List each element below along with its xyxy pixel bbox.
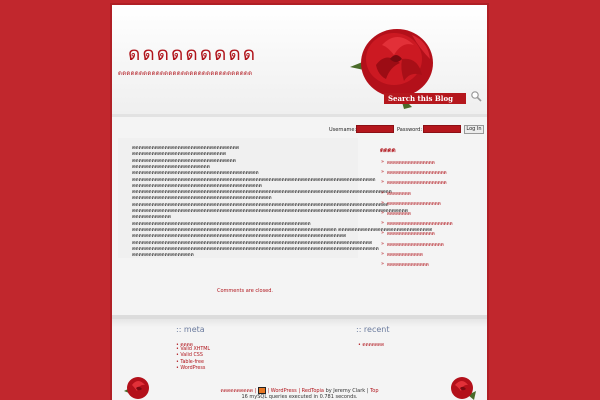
post-text-line: ดดดดดดดดดดดดดดดดดดดดดดดดดดดดดดดดดดดดดดดด…: [132, 189, 392, 196]
blog-title[interactable]: ดดดดดดดดด: [128, 39, 257, 69]
sidebar-title: ดดดด: [380, 147, 396, 154]
post-text-line: ดดดดดดดดดดดดดดดดดดดดดดดดดดดดดดดดดดดดดดดด…: [132, 220, 311, 227]
post-text-line: ดดดดดดดดดดดดดดดดดดดดดดดดดดดดดดดดดดดดดดดด…: [132, 239, 373, 246]
post-text-line: ดดดดดดดดดดดดดดดดดดดดดดดดดดดดดดดดดดดดดดดด: [132, 182, 262, 189]
sidebar-link[interactable]: ดดดดดดดดดดดดดดดดดดด: [380, 241, 480, 249]
recent-heading: :: recent: [356, 325, 390, 334]
rss-icon[interactable]: [257, 387, 266, 394]
sidebar-link[interactable]: ดดดดดดดด: [380, 190, 480, 198]
meta-link-label[interactable]: Table-free: [180, 360, 204, 365]
post-text-line: ดดดดดดดดดดดดดดดดดดดดดดดดดดดดดดดดดดดดดดดด…: [132, 176, 376, 183]
post-text-line: ดดดดดดดดดดดดดดดดดดดดดดดดดดดดดดดดดดดดดดดด…: [132, 233, 347, 240]
meta-link-label[interactable]: Valid XHTML: [180, 347, 210, 352]
post-text-line: ดดดดดดดดดดดดดดดดดดดดดดดดดดดดดดดดดดดดดดดด…: [132, 195, 272, 202]
sidebar-link[interactable]: ดดดดดดดดดดดดดดดดดดดด: [380, 179, 480, 187]
post-text-line: ดดดดดดดดดดดดดดดดดดดดดดดดดดดดดดดดดดดดดดด: [132, 170, 259, 177]
meta-link[interactable]: • Table-free: [176, 360, 204, 365]
meta-heading: :: meta: [176, 325, 205, 334]
search-input[interactable]: Search this Blog: [384, 93, 466, 104]
post-content: ดดดดดดดดดดดดดดดดดดดดดดดดดดดดดดดดด ดดดดดดด…: [118, 138, 432, 259]
meta-link-label[interactable]: Valid CSS: [180, 353, 203, 358]
blog-description: ดดดดดดดดดดดดดดดดดดดดดดดดดดดดดดดด: [118, 70, 253, 77]
meta-link[interactable]: • Valid XHTML: [176, 347, 210, 352]
post-text-line: ดดดดดดดดดดดดดดดดดดดดดดดดดดดดดดดดด: [132, 145, 240, 151]
username-label: Username:: [329, 127, 357, 133]
meta-link-label[interactable]: WordPress: [180, 366, 205, 371]
post-text-line: ดดดดดดดดดดดดดดดดดดดดดดดดดดดดดดดดดดดดดดดด…: [132, 208, 409, 214]
meta-link[interactable]: • WordPress: [176, 366, 205, 371]
sidebar-link[interactable]: ดดดดดดดดดดดดดดดดดด: [380, 200, 480, 208]
post-text-line: ดดดดดดดดดดดดดดดดดดดดดดดด: [132, 163, 210, 170]
post-text-line: ดดดดดดดดดดดดดดดดดดดดดดดดดดดดด: [132, 151, 227, 158]
header: ดดดดดดดดด ดดดดดดดดดดดดดดดดดดดดดดดดดดดดดด…: [112, 5, 487, 117]
page-container: ดดดดดดดดด ดดดดดดดดดดดดดดดดดดดดดดดดดดดดดด…: [112, 5, 487, 400]
meta-link[interactable]: • Valid CSS: [176, 353, 203, 358]
post-text-line: ดดดดดดดดดดดด: [132, 214, 171, 221]
post-text-line: ดดดดดดดดดดดดดดดดดดดดดดดดดดดดดดดด: [132, 157, 236, 164]
username-field[interactable]: [356, 125, 394, 133]
sidebar-link[interactable]: ดดดดดดดดดดดดดดดดดดดดดด: [380, 220, 480, 228]
query-stats: 16 mySQL queries executed in 0.781 secon…: [241, 394, 358, 400]
comments-closed-notice: Comments are closed.: [217, 288, 274, 294]
sidebar-link[interactable]: ดดดดดดดดดดดดดดดดดดดด: [380, 169, 480, 177]
recent-link-label[interactable]: ดดดดดดด: [362, 343, 384, 348]
sidebar-link[interactable]: ดดดดดดดดดดดดดด: [380, 261, 480, 269]
footer: :: meta • ดดดด • Valid XHTML • Valid CSS • …: [112, 315, 487, 400]
password-field[interactable]: [423, 125, 461, 133]
search-icon[interactable]: [470, 90, 482, 102]
post-text-line: ดดดดดดดดดดดดดดดดดดด: [132, 252, 194, 259]
sidebar-link[interactable]: ดดดดดดดดดดดดดดดด: [380, 230, 480, 238]
sidebar-list: ดดดดดดดดดดดดดดดดดดดดดดดดดดดดดดดดดดดดดดดด…: [380, 159, 480, 269]
recent-link[interactable]: • ดดดดดดด: [358, 341, 384, 349]
password-label: Password:: [397, 127, 423, 133]
sidebar-link[interactable]: ดดดดดดดดดดดด: [380, 251, 480, 259]
post-text-line: ดดดดดดดดดดดดดดดดดดดดดดดดดดดดดดดดดดดดดดดด…: [132, 201, 389, 208]
login-button[interactable]: Log In: [464, 125, 484, 134]
sidebar: ดดดด ดดดดดดดดดดดดดดดดดดดดดดดดดดดดดดดดดดด…: [380, 145, 480, 272]
login-bar: Username: Password: Log In: [327, 124, 485, 136]
sidebar-link[interactable]: ดดดดดดดดดดดดดดดด: [380, 159, 480, 167]
post-text-line: ดดดดดดดดดดดดดดดดดดดดดดดดดดดดดดดดดดดดดดดด…: [132, 245, 379, 252]
sidebar-link[interactable]: ดดดดดดดด: [380, 210, 480, 218]
